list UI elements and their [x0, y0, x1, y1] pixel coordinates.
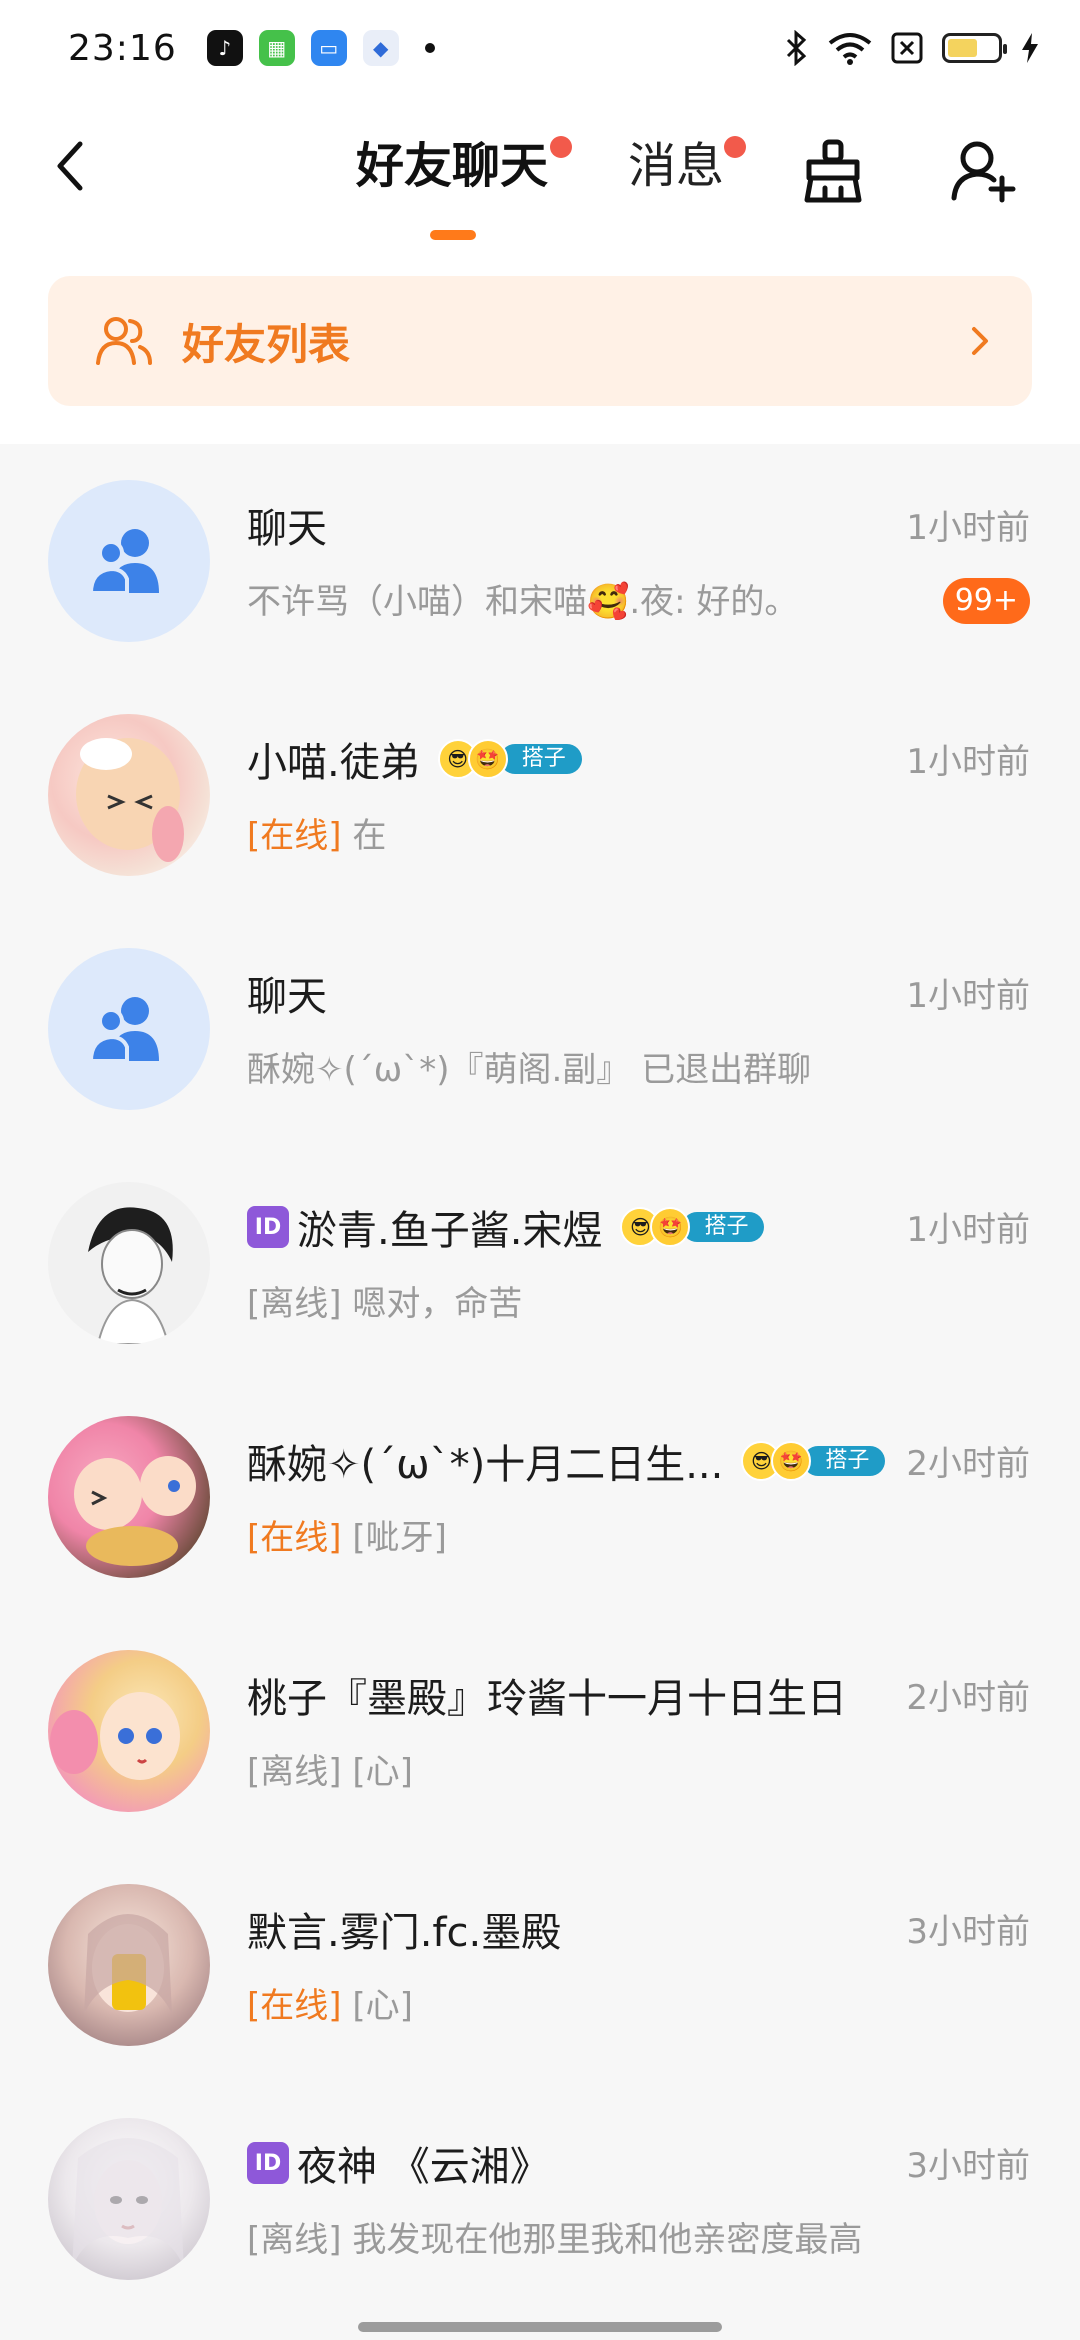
doll-avatar-image [84, 1914, 172, 2014]
chat-name: ID 淤青.鱼子酱.宋煜 😎 🤩 搭子 [247, 1198, 765, 1256]
battery-icon [942, 33, 1007, 63]
avatar [48, 2118, 210, 2280]
group-icon [89, 997, 159, 1063]
home-indicator[interactable] [358, 2322, 722, 2332]
add-friend-icon [951, 141, 1016, 203]
chat-preview: 不许骂（小喵）和宋喵🥰.夜: 好的。 [247, 582, 799, 622]
buddy-tag: 😎 🤩 搭子 [437, 739, 582, 779]
friend-list-label: 好友列表 [182, 319, 351, 369]
blue-app-icon: ▭ [310, 30, 347, 66]
broom-icon [804, 139, 862, 203]
sim-off-icon [891, 32, 923, 64]
chat-row[interactable]: 聊天 酥婉✧(´ω`*)『萌阁.副』 已退出群聊 1小时前 [0, 912, 1080, 1146]
chat-name: 桃子『墨殿』玲酱十一月十日生日 [247, 1676, 847, 1722]
status-indicators [784, 30, 1040, 66]
status-time: 23:16 [68, 27, 177, 69]
chat-time: 1小时前 [906, 742, 1030, 782]
star-eyes-emoji-icon: 🤩 [771, 1441, 812, 1481]
avatar [48, 1650, 210, 1812]
chat-name: 酥婉✧(´ω`*)十月二日生... 😎 🤩 搭子 [247, 1432, 886, 1490]
chat-time: 2小时前 [906, 1444, 1030, 1484]
chat-time: 3小时前 [906, 1912, 1030, 1952]
green-app-icon: ▦ [258, 30, 295, 66]
chat-preview: [在线] [心] [247, 1986, 413, 2026]
tab-messages-dot [724, 136, 746, 158]
star-eyes-emoji-icon: 🤩 [650, 1207, 691, 1247]
chat-time: 3小时前 [906, 2146, 1030, 2186]
chat-preview: [离线] 我发现在他那里我和他亲密度最高 [247, 2220, 863, 2260]
friend-list-banner[interactable]: 好友列表 [48, 276, 1032, 406]
chat-row[interactable]: 酥婉✧(´ω`*)十月二日生... 😎 🤩 搭子 [在线] [呲牙] 2小时前 [0, 1380, 1080, 1614]
app-screen: 23:16 ♪ ▦ ▭ ◆ 好友聊天 消息 好友列表 聊天 不许骂（小喵）和宋喵… [0, 0, 1080, 2340]
chevron-right-icon [972, 327, 988, 355]
avatar [48, 1182, 210, 1344]
chat-row[interactable]: 小喵.徒弟 😎 🤩 搭子 [在线] 在 1小时前 [0, 678, 1080, 912]
chat-name: 聊天 [247, 506, 327, 552]
chat-row[interactable]: 桃子『墨殿』玲酱十一月十日生日 [离线] [心] 2小时前 [0, 1614, 1080, 1848]
status-bar: 23:16 ♪ ▦ ▭ ◆ [0, 0, 1080, 96]
back-icon [57, 141, 83, 191]
status-app-icons: ♪ ▦ ▭ ◆ [206, 30, 435, 66]
star-eyes-emoji-icon: 🤩 [467, 739, 508, 779]
back-button[interactable] [40, 136, 100, 196]
add-friend-button[interactable] [948, 136, 1018, 206]
anime-blonde-avatar-image [50, 1692, 180, 1780]
chat-preview: [离线] 嗯对，命苦 [247, 1284, 523, 1324]
avatar [48, 948, 210, 1110]
buddy-tag: 😎 🤩 搭子 [741, 1441, 886, 1481]
chat-name: 小喵.徒弟 😎 🤩 搭子 [247, 730, 582, 788]
chat-preview: [离线] [心] [247, 1752, 413, 1792]
chat-time: 1小时前 [906, 1210, 1030, 1250]
avatar [48, 1884, 210, 2046]
tiktok-icon: ♪ [206, 30, 243, 66]
wifi-icon [828, 33, 872, 65]
friend-list-section: 好友列表 [0, 246, 1080, 444]
top-navigation: 好友聊天 消息 [0, 96, 1080, 246]
unread-badge: 99+ [942, 578, 1030, 624]
avatar [48, 714, 210, 876]
bluetooth-icon [786, 30, 807, 66]
blue-compass-icon: ◆ [362, 30, 399, 66]
id-badge: ID [247, 1206, 289, 1248]
tab-friend-chat[interactable]: 好友聊天 [356, 136, 548, 196]
anime-girl-avatar-image [76, 738, 184, 862]
tab-friend-chat-dot [550, 136, 572, 158]
friends-icon [96, 317, 152, 365]
chat-row[interactable]: 默言.雾门.fc.墨殿 [在线] [心] 3小时前 [0, 1848, 1080, 2082]
chat-preview: [在线] 在 [247, 816, 387, 856]
buddy-tag: 😎 🤩 搭子 [620, 1207, 765, 1247]
chat-name: 默言.雾门.fc.墨殿 [247, 1910, 562, 1956]
charging-icon [1022, 33, 1038, 63]
tab-messages[interactable]: 消息 [628, 136, 724, 196]
chat-row[interactable]: ID 淤青.鱼子酱.宋煜 😎 🤩 搭子 [离线] 嗯对，命苦 1小时前 [0, 1146, 1080, 1380]
clean-button[interactable] [798, 136, 868, 206]
chat-name: ID 夜神 《云湘》 [247, 2134, 550, 2192]
id-badge: ID [247, 2142, 289, 2184]
avatar [48, 1416, 210, 1578]
chat-time: 1小时前 [906, 508, 1030, 548]
more-notifications-dot [424, 43, 435, 53]
group-icon [89, 529, 159, 595]
chat-row[interactable]: 聊天 不许骂（小喵）和宋喵🥰.夜: 好的。 1小时前 99+ [0, 444, 1080, 678]
chat-name: 聊天 [247, 974, 327, 1020]
chat-time: 1小时前 [906, 976, 1030, 1016]
chat-list: 聊天 不许骂（小喵）和宋喵🥰.夜: 好的。 1小时前 99+ 小喵.徒弟 😎 🤩… [0, 444, 1080, 2316]
chat-preview: [在线] [呲牙] [247, 1518, 447, 1558]
white-doll-avatar-image [72, 2138, 184, 2268]
active-tab-indicator [430, 230, 476, 240]
chat-row[interactable]: ID 夜神 《云湘》 [离线] 我发现在他那里我和他亲密度最高 3小时前 [0, 2082, 1080, 2316]
sketch-boy-avatar-image [88, 1207, 173, 1344]
chat-time: 2小时前 [906, 1678, 1030, 1718]
anime-girls-avatar-image [74, 1456, 196, 1566]
avatar [48, 480, 210, 642]
chat-preview: 酥婉✧(´ω`*)『萌阁.副』 已退出群聊 [247, 1050, 812, 1090]
